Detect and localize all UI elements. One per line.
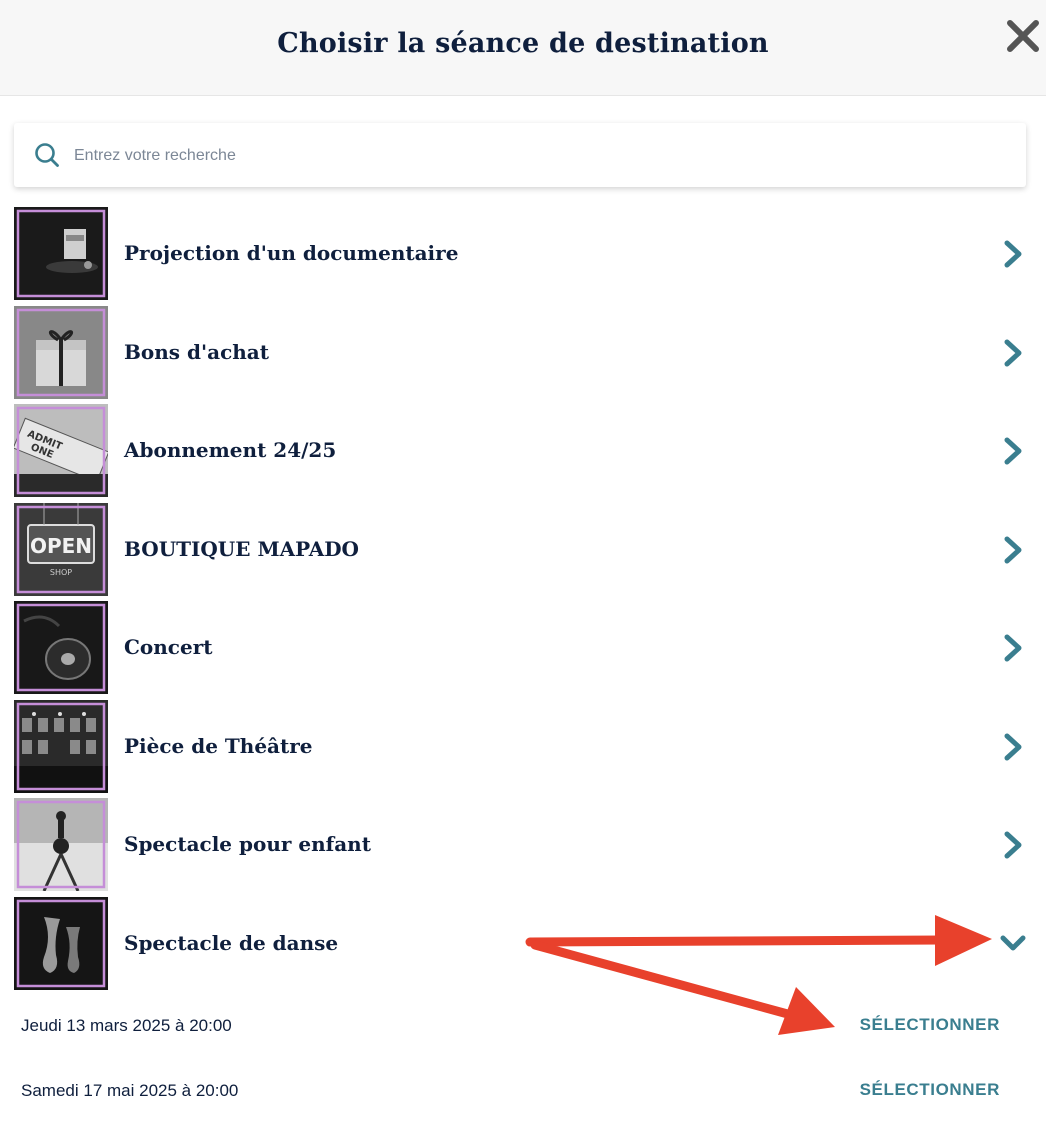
event-thumbnail: ADMIT ONE bbox=[14, 404, 108, 497]
close-icon bbox=[1007, 20, 1039, 52]
event-thumbnail bbox=[14, 305, 108, 399]
session-row: Jeudi 13 mars 2025 à 20:00 SÉLECTIONNER bbox=[0, 995, 1046, 1060]
chevron-down-icon[interactable] bbox=[1000, 929, 1026, 959]
session-row: Samedi 17 mai 2025 à 20:00 SÉLECTIONNER bbox=[0, 1060, 1046, 1125]
event-label: Concert bbox=[124, 635, 213, 659]
event-label: Bons d'achat bbox=[124, 339, 269, 364]
chevron-right-icon[interactable] bbox=[1000, 436, 1026, 466]
close-button[interactable] bbox=[1005, 18, 1041, 54]
select-session-button[interactable]: SÉLECTIONNER bbox=[860, 1015, 1000, 1035]
search-input[interactable] bbox=[72, 137, 996, 175]
svg-text:SHOP: SHOP bbox=[50, 568, 72, 577]
event-row[interactable]: Pièce de Théâtre bbox=[0, 698, 1046, 797]
session-date: Samedi 17 mai 2025 à 20:00 bbox=[21, 1081, 239, 1100]
event-label: Projection d'un documentaire bbox=[124, 241, 459, 265]
event-label: Pièce de Théâtre bbox=[124, 733, 313, 758]
chevron-right-icon[interactable] bbox=[1000, 338, 1026, 368]
event-thumbnail bbox=[14, 699, 108, 793]
session-date: Jeudi 13 mars 2025 à 20:00 bbox=[21, 1016, 232, 1035]
event-thumbnail: OPEN SHOP bbox=[14, 502, 108, 596]
event-row[interactable]: Spectacle pour enfant bbox=[0, 796, 1046, 895]
event-label: BOUTIQUE MAPADO bbox=[124, 536, 359, 561]
chevron-right-icon[interactable] bbox=[1000, 535, 1026, 565]
search-icon bbox=[35, 143, 59, 167]
event-row[interactable]: Projection d'un documentaire bbox=[0, 205, 1046, 304]
event-thumbnail bbox=[14, 798, 108, 891]
svg-text:OPEN: OPEN bbox=[30, 534, 92, 558]
modal-header: Choisir la séance de destination bbox=[0, 0, 1046, 96]
event-list: Projection d'un documentaire Bons d'achat… bbox=[0, 205, 1046, 993]
chevron-right-icon[interactable] bbox=[1000, 633, 1026, 663]
search-box bbox=[14, 123, 1026, 187]
event-thumbnail bbox=[14, 601, 108, 694]
modal-title: Choisir la séance de destination bbox=[277, 28, 769, 59]
event-row[interactable]: OPEN SHOP BOUTIQUE MAPADO bbox=[0, 501, 1046, 600]
event-row[interactable]: Spectacle de danse bbox=[0, 895, 1046, 994]
session-list: Jeudi 13 mars 2025 à 20:00 SÉLECTIONNER Sa… bbox=[0, 995, 1046, 1125]
event-label: Spectacle de danse bbox=[124, 930, 339, 955]
event-thumbnail bbox=[14, 896, 108, 990]
event-row[interactable]: ADMIT ONE Abonnement 24/25 bbox=[0, 402, 1046, 501]
event-row[interactable]: Bons d'achat bbox=[0, 304, 1046, 403]
chevron-right-icon[interactable] bbox=[1000, 830, 1026, 860]
event-label: Abonnement 24/25 bbox=[124, 438, 337, 462]
chevron-right-icon[interactable] bbox=[1000, 732, 1026, 762]
event-row[interactable]: Concert bbox=[0, 599, 1046, 698]
chevron-right-icon[interactable] bbox=[1000, 239, 1026, 269]
event-label: Spectacle pour enfant bbox=[124, 832, 371, 856]
event-thumbnail bbox=[14, 207, 108, 300]
select-session-button[interactable]: SÉLECTIONNER bbox=[860, 1080, 1000, 1100]
